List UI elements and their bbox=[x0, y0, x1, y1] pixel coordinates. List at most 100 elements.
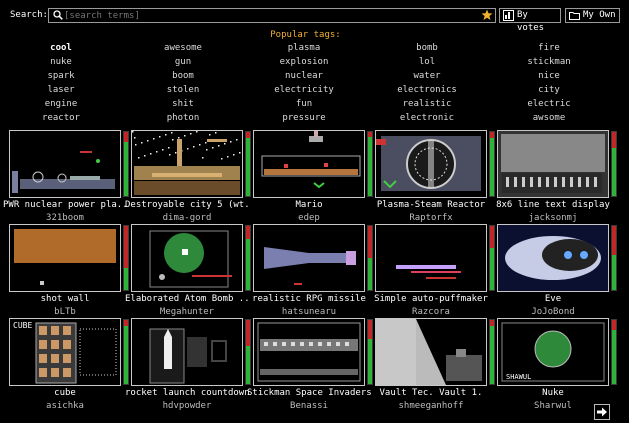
save-author[interactable]: asichka bbox=[3, 401, 127, 411]
save-author[interactable]: shmeeganhoff bbox=[369, 401, 493, 411]
save-thumbnail[interactable] bbox=[131, 318, 243, 386]
tag-link[interactable]: electronics bbox=[377, 85, 477, 95]
my-own-button[interactable]: My Own bbox=[565, 8, 620, 23]
save-thumbnail[interactable] bbox=[375, 130, 487, 198]
tag-link[interactable]: water bbox=[377, 71, 477, 81]
vote-down-fill bbox=[368, 320, 372, 339]
save-thumbnail[interactable] bbox=[375, 224, 487, 292]
save-author[interactable]: bLTb bbox=[3, 307, 127, 317]
tag-link[interactable]: photon bbox=[133, 113, 233, 123]
save-author[interactable]: hatsunearu bbox=[247, 307, 371, 317]
tag-link[interactable]: electronic bbox=[377, 113, 477, 123]
save-author[interactable]: 321boom bbox=[3, 213, 127, 223]
vote-bar bbox=[123, 131, 129, 197]
save-author[interactable]: Benassi bbox=[247, 401, 371, 411]
save-card[interactable]: 8x6 line text display jacksonmj bbox=[496, 130, 619, 224]
tag-link[interactable]: fire bbox=[499, 43, 599, 53]
tag-link[interactable]: lol bbox=[377, 57, 477, 67]
tag-link[interactable]: awesome bbox=[133, 43, 233, 53]
save-card[interactable]: Vault Tec. Vault 1. shmeeganhoff bbox=[375, 318, 497, 412]
save-author[interactable]: Megahunter bbox=[125, 307, 249, 317]
save-title: Vault Tec. Vault 1. bbox=[379, 388, 483, 398]
save-card[interactable]: realistic RPG missile hatsunearu bbox=[252, 224, 375, 318]
save-card[interactable]: Elaborated Atom Bomb ... Megahunter bbox=[125, 224, 253, 318]
tag-link[interactable]: gun bbox=[133, 57, 233, 67]
my-own-label: My Own bbox=[583, 10, 616, 20]
tag-link[interactable]: nice bbox=[499, 71, 599, 81]
save-card[interactable]: Plasma-Steam Reactor Raptorfx bbox=[375, 130, 497, 224]
tag-link[interactable]: electric bbox=[499, 99, 599, 109]
sort-by-votes-button[interactable]: By votes bbox=[499, 8, 561, 33]
save-thumbnail[interactable]: SHAWUL bbox=[497, 318, 609, 386]
save-thumbnail[interactable] bbox=[497, 130, 609, 198]
tag-link[interactable]: nuke bbox=[11, 57, 111, 67]
search-input[interactable] bbox=[64, 9, 474, 22]
save-card[interactable]: Stickman Space Invaders Benassi bbox=[247, 318, 375, 412]
tag-link[interactable]: laser bbox=[11, 85, 111, 95]
save-author[interactable]: Raptorfx bbox=[369, 213, 493, 223]
tag-link[interactable]: city bbox=[499, 85, 599, 95]
save-author[interactable]: dima-gord bbox=[125, 213, 249, 223]
save-card[interactable]: Eve JoJoBond bbox=[497, 224, 619, 318]
save-preview-image bbox=[498, 225, 608, 291]
vote-up-fill bbox=[612, 148, 616, 196]
tag-link[interactable]: spark bbox=[11, 71, 111, 81]
tag-link[interactable]: nuclear bbox=[254, 71, 354, 81]
folder-icon bbox=[569, 12, 580, 20]
favorite-star-icon[interactable] bbox=[481, 9, 493, 21]
save-author[interactable]: JoJoBond bbox=[491, 307, 615, 317]
save-card[interactable]: SHAWUL Nuke Sharwul bbox=[497, 318, 619, 412]
tag-link[interactable]: pressure bbox=[254, 113, 354, 123]
save-thumbnail[interactable]: CUBE bbox=[9, 318, 121, 386]
save-card[interactable]: shot wall bLTb bbox=[9, 224, 131, 318]
save-thumbnail[interactable] bbox=[131, 130, 243, 198]
save-card[interactable]: Mario edep bbox=[253, 130, 375, 224]
tag-link[interactable]: electricity bbox=[254, 85, 354, 95]
tag-link[interactable]: bomb bbox=[377, 43, 477, 53]
tag-link[interactable]: reactor bbox=[11, 113, 111, 123]
save-thumbnail[interactable] bbox=[253, 224, 365, 292]
save-thumbnail[interactable] bbox=[9, 130, 121, 198]
save-preview-image: CUBE bbox=[10, 319, 120, 385]
vote-bar bbox=[489, 225, 495, 291]
save-preview-image bbox=[132, 131, 242, 197]
save-card[interactable]: CUBE cube asichka bbox=[9, 318, 131, 412]
save-author[interactable]: edep bbox=[247, 213, 371, 223]
tag-link[interactable]: cool bbox=[11, 43, 111, 53]
vote-up-fill bbox=[246, 346, 250, 384]
tag-link[interactable]: stickman bbox=[499, 57, 599, 67]
vote-up-fill bbox=[368, 137, 372, 196]
save-title: cube bbox=[54, 388, 76, 398]
save-author[interactable]: Razcora bbox=[369, 307, 493, 317]
vote-up-fill bbox=[368, 258, 372, 290]
save-card[interactable]: Simple auto-puffmaker Razcora bbox=[374, 224, 497, 318]
save-thumbnail[interactable] bbox=[253, 318, 365, 386]
tag-link[interactable]: realistic bbox=[377, 99, 477, 109]
search-box[interactable] bbox=[48, 8, 496, 23]
save-author[interactable]: jacksonmj bbox=[491, 213, 615, 223]
save-thumbnail[interactable] bbox=[131, 224, 243, 292]
save-title: PWR nuclear power pla... bbox=[3, 200, 127, 210]
tag-link[interactable]: boom bbox=[133, 71, 233, 81]
vote-bar bbox=[489, 131, 495, 197]
save-thumbnail[interactable] bbox=[375, 318, 487, 386]
save-card[interactable]: rocket launch countdown hdvpowder bbox=[125, 318, 253, 412]
tag-link[interactable]: stolen bbox=[133, 85, 233, 95]
next-page-button[interactable] bbox=[594, 404, 610, 420]
save-title: Stickman Space Invaders bbox=[247, 388, 371, 398]
tag-link[interactable]: plasma bbox=[254, 43, 354, 53]
save-thumbnail[interactable] bbox=[253, 130, 365, 198]
save-card[interactable]: PWR nuclear power pla... 321boom bbox=[3, 130, 131, 224]
vote-down-fill bbox=[124, 226, 128, 268]
vote-up-fill bbox=[490, 326, 494, 384]
tag-link[interactable]: shit bbox=[133, 99, 233, 109]
tag-link[interactable]: explosion bbox=[254, 57, 354, 67]
save-preview-image bbox=[376, 319, 486, 385]
save-author[interactable]: hdvpowder bbox=[125, 401, 249, 411]
save-thumbnail[interactable] bbox=[497, 224, 609, 292]
tag-link[interactable]: fun bbox=[254, 99, 354, 109]
tag-link[interactable]: awsome bbox=[499, 113, 599, 123]
save-thumbnail[interactable] bbox=[9, 224, 121, 292]
tag-link[interactable]: engine bbox=[11, 99, 111, 109]
save-card[interactable]: Destroyable city 5 (wt... dima-gord bbox=[125, 130, 253, 224]
